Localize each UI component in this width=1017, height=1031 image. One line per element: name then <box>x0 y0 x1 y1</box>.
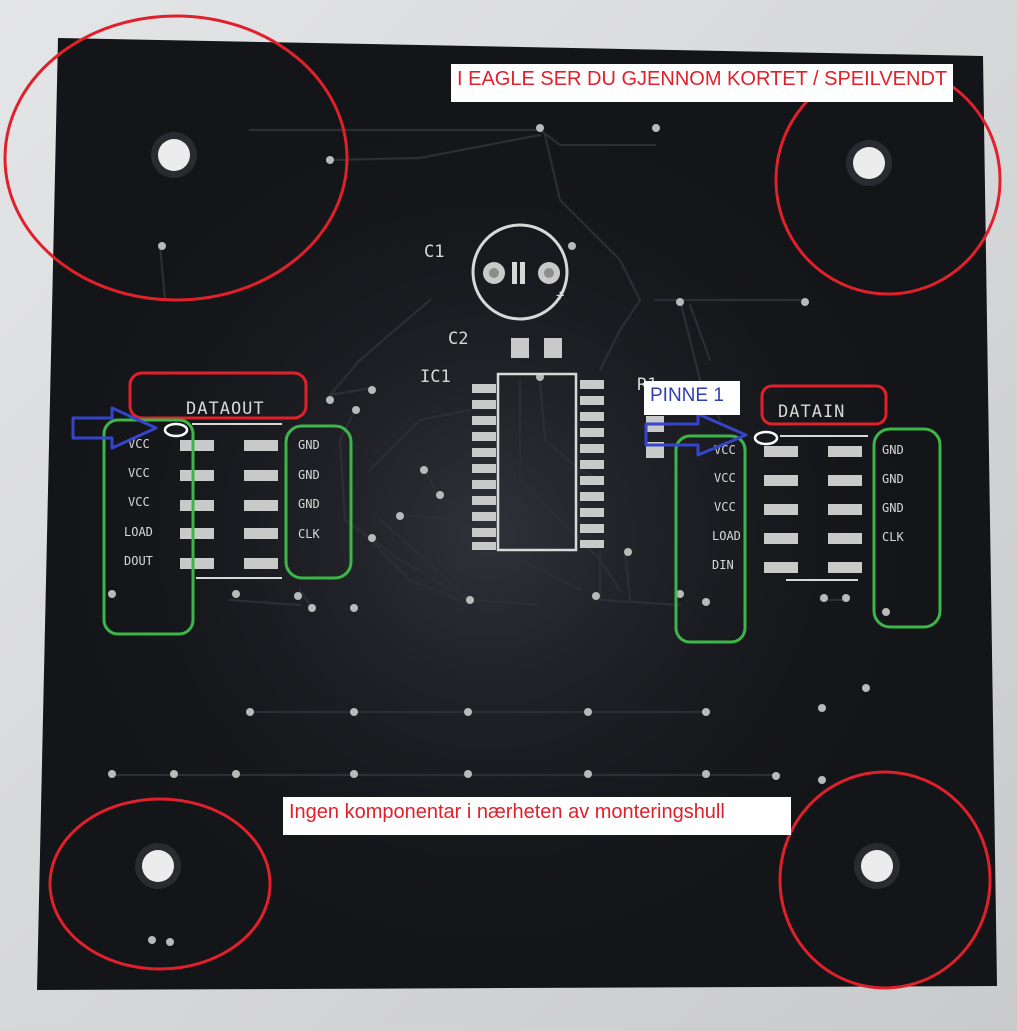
annotation-pin1-note: PINNE 1 <box>644 381 740 415</box>
silk-pin-label: VCC <box>128 495 150 509</box>
silk-pin-label: GND <box>882 443 904 457</box>
silk-pin-label: LOAD <box>712 529 741 543</box>
mounting-hole-top-left <box>151 132 197 178</box>
annotation-top-note: I EAGLE SER DU GJENNOM KORTET / SPEILVEN… <box>451 64 953 102</box>
silk-pin-label: VCC <box>714 500 736 514</box>
silk-pin-label: GND <box>298 438 320 452</box>
silk-pin-label: VCC <box>128 466 150 480</box>
silk-datain: DATAIN <box>778 402 845 422</box>
silk-dataout: DATAOUT <box>186 399 265 419</box>
silk-pin-label: GND <box>882 472 904 486</box>
silk-pin-label: GND <box>298 497 320 511</box>
silk-pin-label: CLK <box>298 527 320 541</box>
silk-pin-label: DIN <box>712 558 734 572</box>
pcb-photo-scene: + C1 C2 IC1 R1 DATAOUT <box>0 0 1017 1031</box>
silk-pin-label: GND <box>298 468 320 482</box>
silk-pin-label: CLK <box>882 530 904 544</box>
svg-text:+: + <box>556 288 564 304</box>
silk-ic1: IC1 <box>420 367 451 387</box>
silk-pin-label: GND <box>882 501 904 515</box>
silk-pin-label: DOUT <box>124 554 153 568</box>
mounting-hole-bottom-left <box>135 843 181 889</box>
mounting-hole-bottom-right <box>854 843 900 889</box>
annotation-bottom-note: Ingen komponentar i nærheten av monterin… <box>283 797 791 835</box>
silk-c2: C2 <box>448 329 468 349</box>
mounting-hole-top-right <box>846 140 892 186</box>
silk-pin-label: VCC <box>714 471 736 485</box>
silk-pin-label: LOAD <box>124 525 153 539</box>
silk-c1: C1 <box>424 242 444 262</box>
